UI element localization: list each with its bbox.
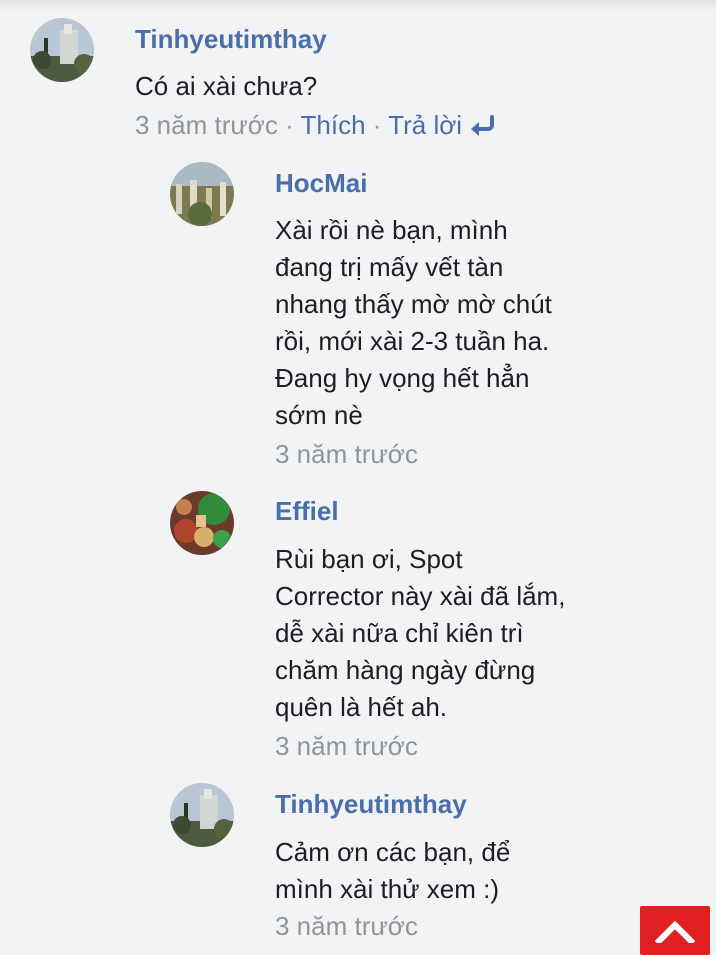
avatar[interactable] — [170, 491, 234, 555]
reply-text: Xài rồi nè bạn, mình đang trị mấy vết tà… — [275, 212, 552, 434]
reply-text-line: Rùi bạn ơi, Spot — [275, 544, 463, 574]
comment-author[interactable]: Tinhyeutimthay — [135, 24, 327, 54]
top-shadow — [0, 0, 716, 12]
reply-link[interactable]: Trả lời — [388, 110, 498, 140]
reply-author[interactable]: HocMai — [275, 168, 367, 198]
reply-time: 3 năm trước — [275, 439, 418, 469]
reply-text-line: nhang thấy mờ mờ chút — [275, 289, 552, 319]
reply-text-line: sớm nè — [275, 400, 363, 430]
reply-text-line: mình xài thử xem :) — [275, 874, 500, 904]
reply-text-line: Đang hy vọng hết hẳn — [275, 363, 530, 393]
reply-text: Cảm ơn các bạn, để mình xài thử xem :) — [275, 834, 510, 908]
meta-separator: · — [372, 110, 382, 140]
reply-text-line: dễ xài nữa chỉ kiên trì — [275, 618, 524, 648]
chevron-up-icon — [655, 920, 695, 943]
reply-text: Rùi bạn ơi, Spot Corrector này xài đã lắ… — [275, 541, 565, 726]
reply-text-line: quên là hết ah. — [275, 692, 448, 722]
reply-text-line: đang trị mấy vết tàn — [275, 252, 504, 282]
reply-time: 3 năm trước — [275, 911, 418, 941]
reply-author[interactable]: Tinhyeutimthay — [275, 789, 467, 819]
reply-time: 3 năm trước — [275, 731, 418, 761]
avatar[interactable] — [170, 783, 234, 847]
meta-separator: · — [285, 110, 294, 140]
comment-time: 3 năm trước — [135, 110, 278, 140]
like-link[interactable]: Thích — [301, 110, 366, 140]
comment-text: Có ai xài chưa? — [135, 71, 318, 101]
reply-text-line: rồi, mới xài 2-3 tuần ha. — [275, 326, 550, 356]
reply-label: Trả lời — [388, 110, 463, 140]
reply-author[interactable]: Effiel — [275, 496, 339, 526]
reply-text-line: Corrector này xài đã lắm, — [275, 581, 566, 611]
reply-text-line: Xài rồi nè bạn, mình — [275, 215, 508, 245]
reply-text-line: chăm hàng ngày đừng — [275, 655, 536, 685]
comment-meta: 3 năm trước · Thích · Trả lời — [135, 110, 498, 140]
avatar[interactable] — [30, 18, 94, 82]
scroll-to-top-button[interactable] — [640, 906, 710, 955]
reply-arrow-icon — [471, 115, 495, 136]
avatar[interactable] — [170, 162, 234, 226]
reply-text-line: Cảm ơn các bạn, để — [275, 837, 511, 867]
